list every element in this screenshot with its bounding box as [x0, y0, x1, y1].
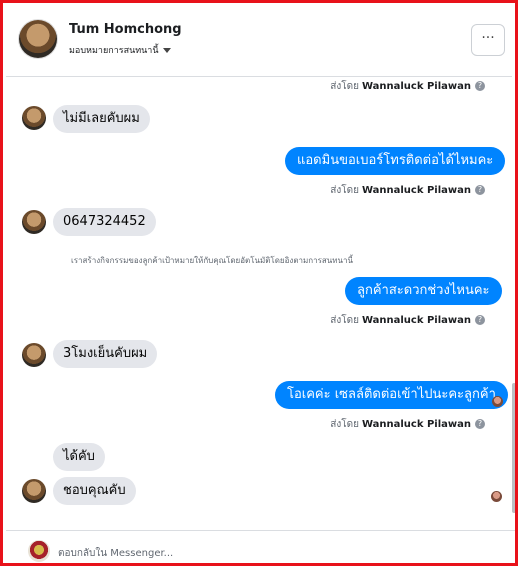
contact-avatar[interactable] — [19, 20, 57, 58]
outgoing-message[interactable]: โอเคค่ะ เซลล์ติดต่อเข้าไปนะคะลูกค้า — [275, 381, 508, 409]
reply-bar: ตอบกลับใน Messenger... — [6, 530, 515, 563]
sent-by-meta: ส่งโดย Wannaluck Pilawan? — [330, 183, 485, 198]
incoming-message[interactable]: 0647324452 — [53, 208, 156, 236]
incoming-message[interactable]: ได้คับ — [53, 443, 105, 471]
chat-window: Tum Homchong มอบหมายการสนทนานี้ ··· ส่งโ… — [0, 0, 518, 566]
incoming-message[interactable]: ไม่มีเลยคับผม — [53, 105, 150, 133]
info-icon[interactable]: ? — [475, 419, 485, 429]
sender-name: Wannaluck Pilawan — [361, 81, 471, 92]
contact-name[interactable]: Tum Homchong — [69, 22, 182, 37]
sent-by-prefix: ส่งโดย — [330, 419, 359, 430]
incoming-message[interactable]: ชอบคุณคับ — [53, 477, 136, 505]
automation-note: เราสร้างกิจกรรมของลูกค้าเป้าหมายให้กับคุ… — [71, 256, 353, 265]
contact-avatar-small — [22, 343, 46, 367]
contact-avatar-small — [22, 210, 46, 234]
info-icon[interactable]: ? — [475, 315, 485, 325]
more-options-button[interactable]: ··· — [471, 24, 505, 56]
sender-name: Wannaluck Pilawan — [361, 419, 471, 430]
sent-by-prefix: ส่งโดย — [330, 185, 359, 196]
sent-by-prefix: ส่งโดย — [330, 81, 359, 92]
sent-by-meta: ส่งโดย Wannaluck Pilawan? — [330, 313, 485, 328]
scrollbar[interactable] — [512, 383, 515, 513]
incoming-message[interactable]: 3โมงเย็นคับผม — [53, 340, 158, 368]
sent-by-prefix: ส่งโดย — [330, 315, 359, 326]
contact-avatar-small — [22, 106, 46, 130]
reply-input[interactable]: ตอบกลับใน Messenger... — [58, 546, 173, 561]
sent-by-meta: ส่งโดย Wannaluck Pilawan? — [330, 417, 485, 432]
info-icon[interactable]: ? — [475, 185, 485, 195]
sent-by-meta: ส่งโดย Wannaluck Pilawan? — [330, 79, 485, 94]
assign-conversation-dropdown[interactable]: มอบหมายการสนทนานี้ — [69, 43, 171, 57]
conversation-header: Tum Homchong มอบหมายการสนทนานี้ ··· — [6, 6, 512, 77]
contact-avatar-small — [22, 479, 46, 503]
assign-label: มอบหมายการสนทนานี้ — [69, 46, 159, 56]
page-avatar — [28, 540, 50, 562]
outgoing-message[interactable]: ลูกค้าสะดวกช่วงไหนคะ — [345, 277, 502, 305]
outgoing-message[interactable]: แอดมินขอเบอร์โทรติดต่อได้ไหมคะ — [285, 147, 506, 175]
sender-name: Wannaluck Pilawan — [361, 315, 471, 326]
seen-indicator-avatar — [492, 396, 503, 407]
sender-name: Wannaluck Pilawan — [361, 185, 471, 196]
chevron-down-icon — [162, 48, 171, 53]
info-icon[interactable]: ? — [475, 81, 485, 91]
seen-indicator-avatar — [491, 491, 502, 502]
